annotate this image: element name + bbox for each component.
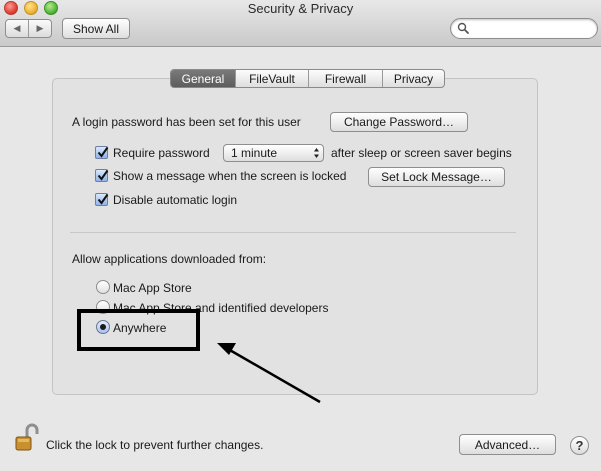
tab-filevault[interactable]: FileVault <box>235 70 308 87</box>
tab-general[interactable]: General <box>171 70 235 87</box>
padlock-open-icon[interactable] <box>13 423 41 453</box>
preference-tabs: General FileVault Firewall Privacy <box>170 69 445 88</box>
tab-firewall[interactable]: Firewall <box>308 70 382 87</box>
tab-privacy[interactable]: Privacy <box>382 70 444 87</box>
help-button[interactable]: ? <box>570 436 589 455</box>
advanced-button[interactable]: Advanced… <box>459 434 556 455</box>
lock-hint-text: Click the lock to prevent further change… <box>46 438 264 452</box>
